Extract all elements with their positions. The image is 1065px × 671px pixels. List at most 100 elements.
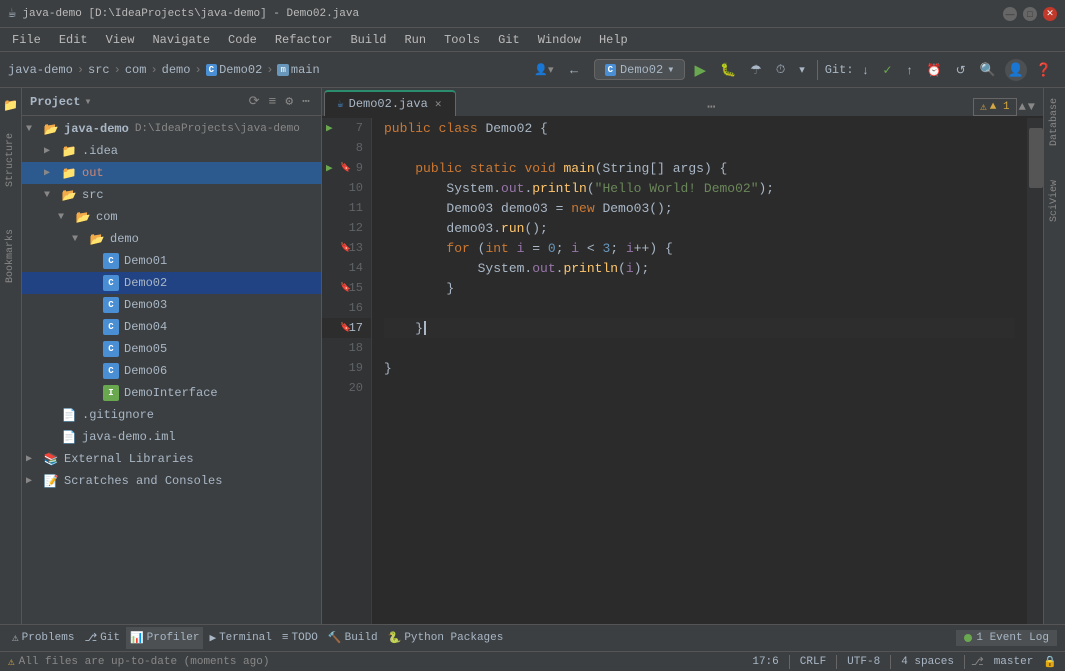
database-panel-label[interactable]: Database xyxy=(1046,92,1063,152)
tree-item-demo[interactable]: ▼ 📂 demo xyxy=(22,228,321,250)
project-collapse-icon[interactable]: ≡ xyxy=(266,93,280,110)
code-line-17: } xyxy=(384,318,1015,338)
bottom-tab-todo[interactable]: ≡ TODO xyxy=(278,627,322,649)
search-everywhere-button[interactable]: 🔍 xyxy=(975,59,1001,81)
project-dropdown-icon[interactable]: ▾ xyxy=(84,94,91,109)
title-text: java-demo [D:\IdeaProjects\java-demo] - … xyxy=(22,8,359,20)
git-history-button[interactable]: ⏰ xyxy=(922,60,947,80)
cursor-position[interactable]: 17:6 xyxy=(748,651,782,671)
minimize-button[interactable]: — xyxy=(1003,7,1017,21)
tree-item-gitignore[interactable]: 📄 .gitignore xyxy=(22,404,321,426)
tab-close-button[interactable]: ✕ xyxy=(433,97,444,111)
event-log-button[interactable]: 1 Event Log xyxy=(956,630,1057,646)
menu-navigate[interactable]: Navigate xyxy=(144,31,218,49)
back-button[interactable]: ← xyxy=(563,59,586,80)
profiler-tab-label: Profiler xyxy=(147,632,200,644)
breadcrumb-src[interactable]: src xyxy=(88,63,110,77)
profiler-button[interactable]: ⏱ xyxy=(771,59,790,80)
menu-window[interactable]: Window xyxy=(530,31,589,49)
bottom-tab-terminal[interactable]: ▶ Terminal xyxy=(205,627,275,649)
bottom-area: ⚠ Problems ⎇ Git 📊 Profiler ▶ Terminal ≡… xyxy=(0,624,1065,671)
class-icon-demo04: C xyxy=(102,319,120,335)
tree-expand-src: ▼ xyxy=(44,190,60,201)
line-separator[interactable]: CRLF xyxy=(796,651,830,671)
project-panel: Project ▾ ⟳ ≡ ⚙ ⋯ ▼ 📂 java-demo D:\IdeaP… xyxy=(22,88,322,624)
bookmarks-icon[interactable]: Bookmarks xyxy=(2,223,19,289)
code-line-7: public class Demo02 { xyxy=(384,118,1015,138)
menu-code[interactable]: Code xyxy=(220,31,265,49)
bottom-tab-problems[interactable]: ⚠ Problems xyxy=(8,627,78,649)
menu-build[interactable]: Build xyxy=(342,31,394,49)
breadcrumb-main[interactable]: mmain xyxy=(277,63,319,77)
scroll-thumb[interactable] xyxy=(1029,128,1043,188)
coverage-button[interactable]: ☂ xyxy=(745,59,767,81)
close-button[interactable]: ✕ xyxy=(1043,7,1057,21)
bottom-tab-python-packages[interactable]: 🐍 Python Packages xyxy=(384,627,508,649)
expand-notification-icon[interactable]: ▲ xyxy=(1019,100,1026,114)
tab-menu-button[interactable]: ⋯ xyxy=(699,99,723,116)
tree-item-external-libraries[interactable]: ▶ 📚 External Libraries xyxy=(22,448,321,470)
git-push-button[interactable]: ↑ xyxy=(902,60,918,80)
code-content[interactable]: public class Demo02 { public static xyxy=(372,118,1027,624)
structure-icon[interactable]: Structure xyxy=(2,127,19,193)
menu-refactor[interactable]: Refactor xyxy=(267,31,341,49)
tree-item-out[interactable]: ▶ 📁 out xyxy=(22,162,321,184)
tree-item-com[interactable]: ▼ 📂 com xyxy=(22,206,321,228)
title-controls[interactable]: — □ ✕ xyxy=(1003,7,1057,21)
menu-file[interactable]: File xyxy=(4,31,49,49)
tree-item-scratches[interactable]: ▶ 📝 Scratches and Consoles xyxy=(22,470,321,492)
sciview-panel-label[interactable]: SciView xyxy=(1046,174,1063,228)
git-rollback-button[interactable]: ↺ xyxy=(951,60,971,80)
menu-git[interactable]: Git xyxy=(490,31,528,49)
tree-item-demo01[interactable]: C Demo01 xyxy=(22,250,321,272)
git-update-button[interactable]: ↓ xyxy=(858,60,874,80)
settings-button[interactable]: 👤 xyxy=(1005,59,1027,81)
project-settings-icon[interactable]: ⋯ xyxy=(299,93,313,110)
breadcrumb-demo02[interactable]: CDemo02 xyxy=(206,63,263,77)
profiler-tab-icon: 📊 xyxy=(130,631,144,645)
profile-button[interactable]: 👤▾ xyxy=(529,60,558,79)
collapse-notification-icon[interactable]: ▼ xyxy=(1028,100,1035,114)
menu-edit[interactable]: Edit xyxy=(51,31,96,49)
tree-item-demo03[interactable]: C Demo03 xyxy=(22,294,321,316)
git-commit-button[interactable]: ✓ xyxy=(878,60,898,80)
breadcrumb-demo[interactable]: demo xyxy=(162,63,191,77)
tree-item-demointerface[interactable]: I DemoInterface xyxy=(22,382,321,404)
debug-button[interactable]: 🐛 xyxy=(715,59,741,81)
run-button[interactable]: ▶ xyxy=(689,58,711,82)
menu-help[interactable]: Help xyxy=(591,31,636,49)
tree-item-src[interactable]: ▼ 📂 src xyxy=(22,184,321,206)
breadcrumb-com[interactable]: com xyxy=(125,63,147,77)
tree-item-demo04[interactable]: C Demo04 xyxy=(22,316,321,338)
menu-view[interactable]: View xyxy=(98,31,143,49)
lock-icon: 🔒 xyxy=(1043,655,1057,669)
tree-item-demo06[interactable]: C Demo06 xyxy=(22,360,321,382)
maximize-button[interactable]: □ xyxy=(1023,7,1037,21)
project-icon[interactable]: 📁 xyxy=(0,92,21,119)
code-editor[interactable]: ▶ 7 8 ▶ 🔖 9 10 xyxy=(322,118,1043,624)
encoding[interactable]: UTF-8 xyxy=(843,651,884,671)
menu-run[interactable]: Run xyxy=(396,31,434,49)
editor-area: ☕ Demo02.java ✕ ⋯ ⚠ ▲ 1 ▲ ▼ xyxy=(322,88,1043,624)
help-button[interactable]: ❓ xyxy=(1031,59,1057,81)
tree-item-idea[interactable]: ▶ 📁 .idea xyxy=(22,140,321,162)
bottom-tab-build[interactable]: 🔨 Build xyxy=(324,627,382,649)
gutter-row-10: 10 xyxy=(322,178,371,198)
breadcrumb-project[interactable]: java-demo xyxy=(8,63,73,77)
tree-item-demo02[interactable]: C Demo02 xyxy=(22,272,321,294)
bottom-tab-git[interactable]: ⎇ Git xyxy=(80,627,124,649)
tree-item-demo05[interactable]: C Demo05 xyxy=(22,338,321,360)
tree-item-iml[interactable]: 📄 java-demo.iml xyxy=(22,426,321,448)
project-sync-icon[interactable]: ⟳ xyxy=(246,93,263,110)
tree-item-root[interactable]: ▼ 📂 java-demo D:\IdeaProjects\java-demo xyxy=(22,118,321,140)
bottom-tab-profiler[interactable]: 📊 Profiler xyxy=(126,627,204,649)
git-branch-name[interactable]: master xyxy=(990,651,1038,671)
editor-tab-demo02[interactable]: ☕ Demo02.java ✕ xyxy=(324,90,456,116)
editor-notification-badge[interactable]: ⚠ ▲ 1 xyxy=(973,98,1016,116)
run-config[interactable]: C Demo02 ▾ xyxy=(594,59,686,80)
indent-setting[interactable]: 4 spaces xyxy=(897,651,958,671)
more-run-button[interactable]: ▾ xyxy=(794,60,810,79)
menu-tools[interactable]: Tools xyxy=(436,31,488,49)
git-branch-icon: ⎇ xyxy=(971,655,984,669)
project-gear-icon[interactable]: ⚙ xyxy=(282,93,296,110)
